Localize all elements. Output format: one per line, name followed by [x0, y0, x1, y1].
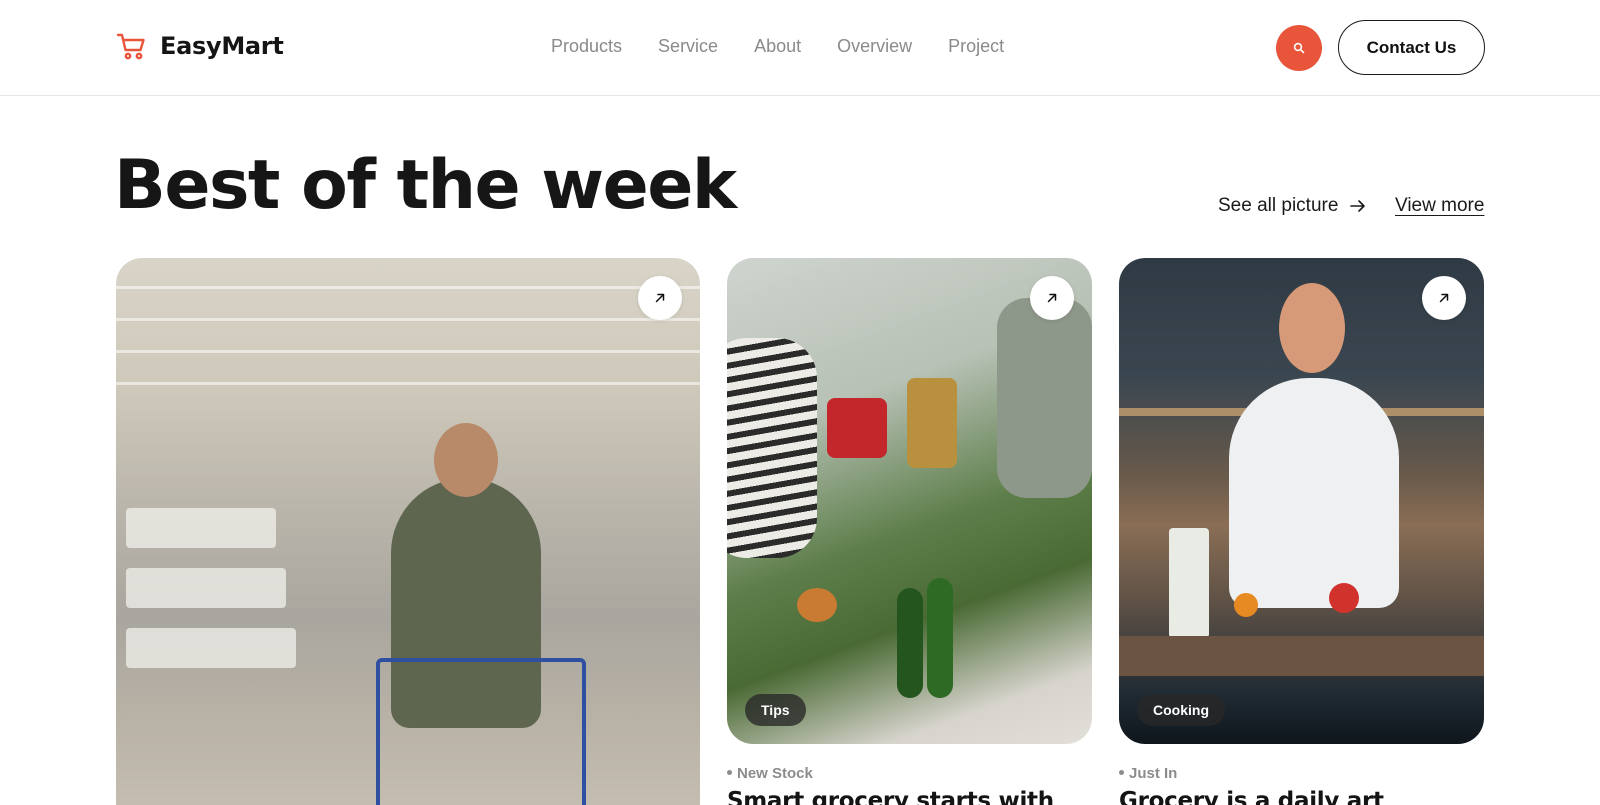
tomato	[1329, 583, 1359, 613]
open-card-button[interactable]	[638, 276, 682, 320]
card-meta-label: New Stock	[737, 765, 813, 782]
shopping-cart	[376, 658, 586, 805]
contact-us-button[interactable]: Contact Us	[1338, 20, 1485, 75]
paper-bag	[907, 378, 957, 468]
arrow-up-right-icon	[1438, 292, 1450, 304]
nav-item-products[interactable]: Products	[551, 36, 622, 57]
arrow-up-right-icon	[1046, 292, 1058, 304]
store-shelf	[126, 568, 286, 608]
search-button[interactable]	[1276, 25, 1322, 71]
nav-item-about[interactable]: About	[754, 36, 801, 57]
card-title[interactable]: Grocery is a daily art	[1119, 788, 1384, 805]
nav-item-overview[interactable]: Overview	[837, 36, 912, 57]
cucumber	[897, 588, 923, 698]
ceiling-beam	[116, 350, 700, 353]
see-all-label: See all picture	[1218, 195, 1339, 216]
cook-head	[1279, 283, 1345, 373]
main-nav: Products Service About Overview Project	[551, 36, 1004, 57]
card-meta: Just In	[1119, 765, 1177, 782]
cook-figure	[1229, 378, 1399, 608]
view-more-link[interactable]: View more	[1395, 195, 1484, 217]
site-header: EasyMart Products Service About Overview…	[0, 0, 1600, 96]
card-meta-label: Just In	[1129, 765, 1178, 782]
orange	[1234, 593, 1258, 617]
ceiling-beam	[116, 318, 700, 321]
store-shelf	[126, 628, 296, 668]
card-image-cooking[interactable]: Cooking	[1119, 258, 1484, 744]
shopper-head	[434, 423, 498, 497]
ceiling-beam	[116, 286, 700, 289]
product-box	[1169, 528, 1209, 638]
ceiling-beam	[116, 382, 700, 385]
arrow-up-right-icon	[654, 292, 666, 304]
card-image-supermarket[interactable]	[116, 258, 700, 805]
person-figure	[997, 298, 1092, 498]
open-card-button[interactable]	[1422, 276, 1466, 320]
brand-logo[interactable]: EasyMart	[116, 30, 284, 62]
red-basket	[827, 398, 887, 458]
page-title: Best of the week	[114, 146, 737, 225]
cucumber	[927, 578, 953, 698]
cart-icon	[116, 30, 148, 62]
see-all-picture-link[interactable]: See all picture	[1218, 195, 1366, 217]
brand-name: EasyMart	[160, 32, 284, 60]
store-shelf	[126, 508, 276, 548]
nav-item-project[interactable]: Project	[948, 36, 1004, 57]
bullet-dot	[1119, 769, 1124, 775]
card-title[interactable]: Smart grocery starts with	[727, 788, 1054, 805]
card-tag: Tips	[745, 694, 806, 726]
open-card-button[interactable]	[1030, 276, 1074, 320]
striped-shirt-figure	[727, 338, 817, 558]
arrow-right-icon	[1350, 199, 1366, 213]
card-meta: New Stock	[727, 765, 813, 782]
bullet-dot	[727, 769, 732, 775]
onion	[797, 588, 837, 622]
card-tag: Cooking	[1137, 694, 1225, 726]
nav-item-service[interactable]: Service	[658, 36, 718, 57]
kitchen-counter	[1119, 636, 1484, 676]
card-image-vegetables[interactable]: Tips	[727, 258, 1092, 744]
search-icon	[1293, 42, 1305, 54]
